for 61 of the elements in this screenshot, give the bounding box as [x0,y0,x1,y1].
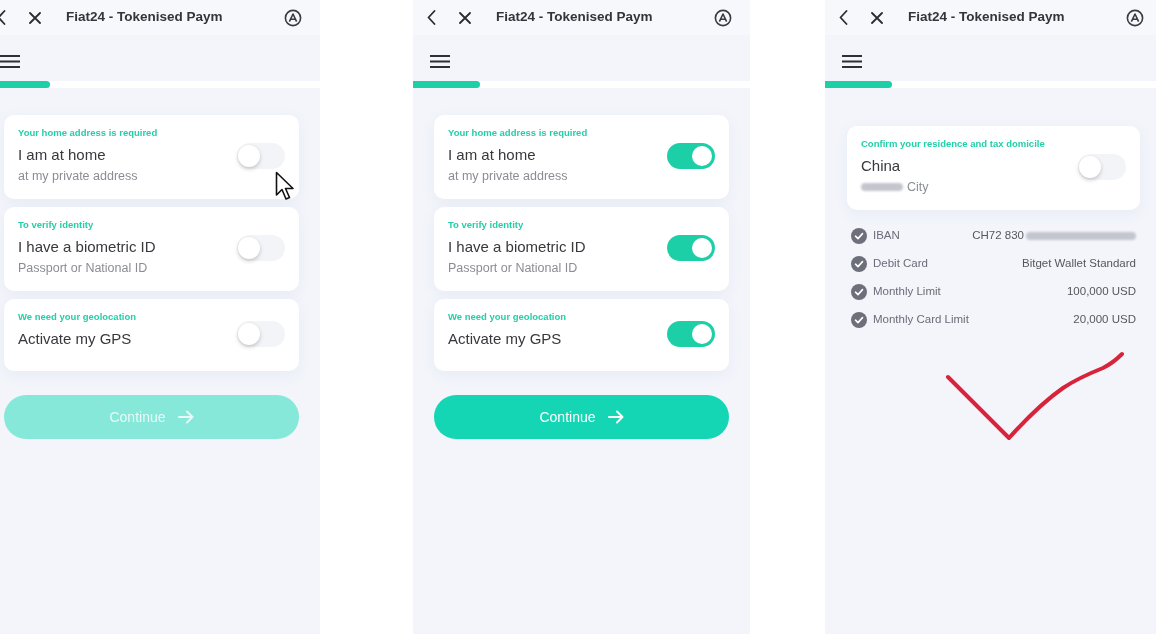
window-title: Fiat24 - Tokenised Paym [66,8,223,27]
card-hint: Your home address is required [448,127,589,139]
chevron-left-icon [838,10,848,25]
card-subtitle: Passport or National ID [18,260,148,276]
circle-a-icon [1125,8,1144,27]
menu-button[interactable] [430,54,450,68]
window-title: Fiat24 - Tokenised Paym [908,8,1065,27]
menu-icon [430,54,450,68]
menu-icon [0,54,20,68]
card-title: I have a biometric ID [18,237,157,257]
account-button[interactable] [713,8,732,27]
detail-value: 100,000 USD [1066,284,1136,300]
check-circle-icon [851,312,867,328]
card-title: Activate my GPS [448,329,563,349]
card-subtitle: City [907,179,929,195]
toggle-switch[interactable] [237,142,285,169]
detail-label: Monthly Limit [873,284,941,300]
card-hint: We need your geolocation [448,311,568,323]
circle-a-icon [713,8,732,27]
detail-label: Debit Card [873,256,928,272]
toggle-switch[interactable] [667,142,715,169]
card-hint: Your home address is required [18,127,159,139]
circle-a-icon [283,8,302,27]
card-title: China [861,156,902,176]
account-button[interactable] [1125,8,1144,27]
arrow-right-icon [177,410,194,424]
card-title: Activate my GPS [18,329,133,349]
card-hint: We need your geolocation [18,311,138,323]
menu-icon [842,54,862,68]
continue-button[interactable]: Continue [434,395,729,439]
toggle-switch[interactable] [667,320,715,347]
close-icon [459,11,471,24]
card-title: I am at home [448,145,537,165]
close-icon [29,11,41,24]
card-hint: To verify identity [18,219,95,231]
window-title: Fiat24 - Tokenised Paym [496,8,653,27]
arrow-right-icon [607,410,624,424]
detail-value: Bitget Wallet Standard [1022,256,1136,272]
card-hint: To verify identity [448,219,525,231]
menu-button[interactable] [0,54,20,68]
card-subtitle: at my private address [18,168,138,184]
check-circle-icon [851,256,867,272]
detail-value: 20,000 USD [1073,312,1136,328]
toggle-switch[interactable] [237,320,285,347]
close-icon [871,11,883,24]
menu-button[interactable] [842,54,862,68]
card-title: I have a biometric ID [448,237,587,257]
toggle-switch[interactable] [1078,153,1126,180]
detail-label: IBAN [873,228,900,244]
detail-label: Monthly Card Limit [873,312,969,328]
detail-value: CH72 830 [972,228,1024,244]
toggle-switch[interactable] [667,234,715,261]
card-subtitle: at my private address [448,168,568,184]
card-subtitle: Passport or National ID [448,260,578,276]
account-button[interactable] [283,8,302,27]
check-circle-icon [851,284,867,300]
card-title: I am at home [18,145,107,165]
toggle-switch[interactable] [237,234,285,261]
chevron-left-icon [426,10,436,25]
card-hint: Confirm your residence and tax domicile [861,138,1046,150]
check-circle-icon [851,228,867,244]
